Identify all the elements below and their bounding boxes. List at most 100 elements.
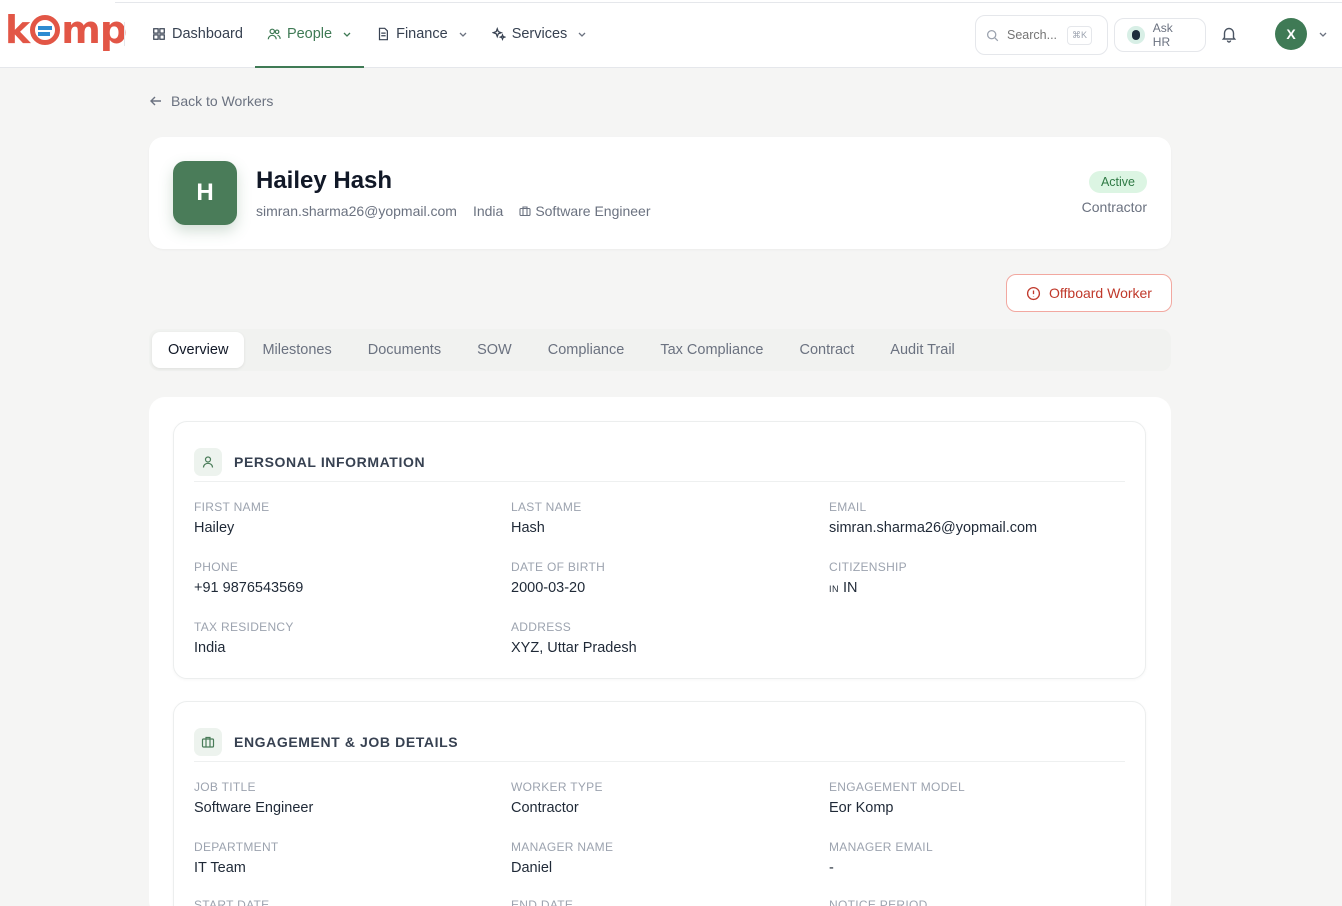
field-email: EMAIL simran.sharma26@yopmail.com [829,500,1037,536]
section-header: PERSONAL INFORMATION [194,442,1125,482]
tab-milestones[interactable]: Milestones [244,332,349,368]
field-label: CITIZENSHIP [829,560,907,574]
briefcase-icon [201,736,215,748]
field-label: DATE OF BIRTH [511,560,606,574]
tab-contract[interactable]: Contract [781,332,872,368]
worker-meta: simran.sharma26@yopmail.com India Softwa… [256,203,651,219]
grid-icon [153,28,165,40]
field-value: - [829,860,834,876]
nav-label: Dashboard [172,26,243,42]
field-manager-name: MANAGER NAME Daniel [511,840,613,876]
main-nav: Dashboard People Finance Services [140,0,599,68]
overview-panel: PERSONAL INFORMATION FIRST NAME Hailey L… [149,397,1171,906]
field-last-name: LAST NAME Hash [511,500,582,536]
user-avatar[interactable]: X [1275,18,1307,50]
field-phone: PHONE +91 9876543569 [194,560,303,596]
tab-audit-trail[interactable]: Audit Trail [872,332,972,368]
field-value: simran.sharma26@yopmail.com [829,520,1038,536]
worker-country: India [472,203,504,219]
field-value: India [194,640,226,656]
field-label: MANAGER NAME [511,840,614,854]
field-end-date: END DATE [511,898,573,906]
field-label: LAST NAME [511,500,582,514]
ask-hr-label: Ask HR [1152,21,1173,49]
field-worker-type: WORKER TYPE Contractor [511,780,603,816]
section-title: PERSONAL INFORMATION [234,453,426,470]
worker-type: Contractor [1081,199,1147,215]
field-engagement-model: ENGAGEMENT MODEL Eor Komp [829,780,965,816]
field-date-of-birth: DATE OF BIRTH 2000-03-20 [511,560,605,596]
field-value: Daniel [511,860,553,876]
personal-information-section: PERSONAL INFORMATION FIRST NAME Hailey L… [173,421,1146,679]
field-value: Hash [511,520,545,536]
citizenship-code: IN [843,580,858,596]
field-label: FIRST NAME [194,500,270,514]
field-value: Software Engineer [194,800,314,816]
worker-role: Software Engineer [519,203,651,219]
back-label: Back to Workers [171,93,274,109]
nav-divider [124,22,125,46]
field-label: JOB TITLE [194,780,256,794]
tab-tax-compliance[interactable]: Tax Compliance [642,332,781,368]
section-title: ENGAGEMENT & JOB DETAILS [234,733,459,750]
alert-circle-icon [1026,286,1041,300]
briefcase-icon [519,206,531,217]
worker-email: simran.sharma26@yopmail.com [256,203,457,219]
chevron-down-icon [459,32,467,37]
sparkle-icon [491,27,506,41]
back-to-workers-link[interactable]: Back to Workers [149,93,273,109]
top-navbar: kmp Dashboard People Finance Services ⌘K… [0,0,1342,68]
bell-icon[interactable] [1220,25,1238,43]
field-citizenship: CITIZENSHIP IN IN [829,560,907,596]
nav-label: Services [511,26,568,42]
field-value: Eor Komp [829,800,894,816]
field-job-title: JOB TITLE Software Engineer [194,780,313,816]
field-label: END DATE [511,898,574,906]
nav-item-dashboard[interactable]: Dashboard [140,0,255,68]
komp-logo[interactable]: k mp [5,8,127,52]
nav-item-finance[interactable]: Finance [364,0,480,68]
nav-item-people[interactable]: People [254,0,365,68]
chevron-down-icon[interactable] [1318,29,1328,39]
field-label: DEPARTMENT [194,840,279,854]
tab-documents[interactable]: Documents [350,332,459,368]
tab-compliance[interactable]: Compliance [530,332,643,368]
field-notice-period: NOTICE PERIOD [829,898,928,906]
field-value: IT Team [194,860,246,876]
search-input[interactable] [1007,28,1059,42]
chevron-down-icon [343,32,351,37]
field-first-name: FIRST NAME Hailey [194,500,269,536]
worker-name: Hailey Hash [256,167,393,194]
field-value: Hailey [194,520,235,536]
field-label: TAX RESIDENCY [194,620,294,634]
ask-hr-icon [1127,26,1145,44]
field-label: ADDRESS [511,620,572,634]
field-tax-residency: TAX RESIDENCY India [194,620,294,656]
field-value: 2000-03-20 [511,580,586,596]
field-manager-email: MANAGER EMAIL - [829,840,933,876]
search-box[interactable]: ⌘K [975,15,1108,55]
field-department: DEPARTMENT IT Team [194,840,279,876]
nav-item-services[interactable]: Services [480,0,600,68]
field-label: START DATE [194,898,270,906]
offboard-worker-button[interactable]: Offboard Worker [1006,274,1172,312]
field-label: ENGAGEMENT MODEL [829,780,965,794]
tab-sow[interactable]: SOW [459,332,530,368]
field-label: WORKER TYPE [511,780,603,794]
field-label: PHONE [194,560,239,574]
ask-hr-button[interactable]: Ask HR [1114,18,1206,52]
field-value: IN IN [829,580,907,596]
section-icon-wrap [194,447,222,476]
arrow-left-icon [150,96,161,106]
shortcut-hint: ⌘K [1067,25,1093,45]
user-icon [202,455,214,468]
status-badge: Active [1088,171,1147,193]
nav-label: Finance [396,26,448,42]
field-value: XYZ, Uttar Pradesh [511,640,637,656]
worker-tabs: Overview Milestones Documents SOW Compli… [149,329,1171,371]
field-address: ADDRESS XYZ, Uttar Pradesh [511,620,637,656]
flag-icon: IN [829,584,839,594]
tab-overview[interactable]: Overview [152,332,245,368]
document-icon [378,27,389,41]
worker-avatar: H [173,161,237,225]
